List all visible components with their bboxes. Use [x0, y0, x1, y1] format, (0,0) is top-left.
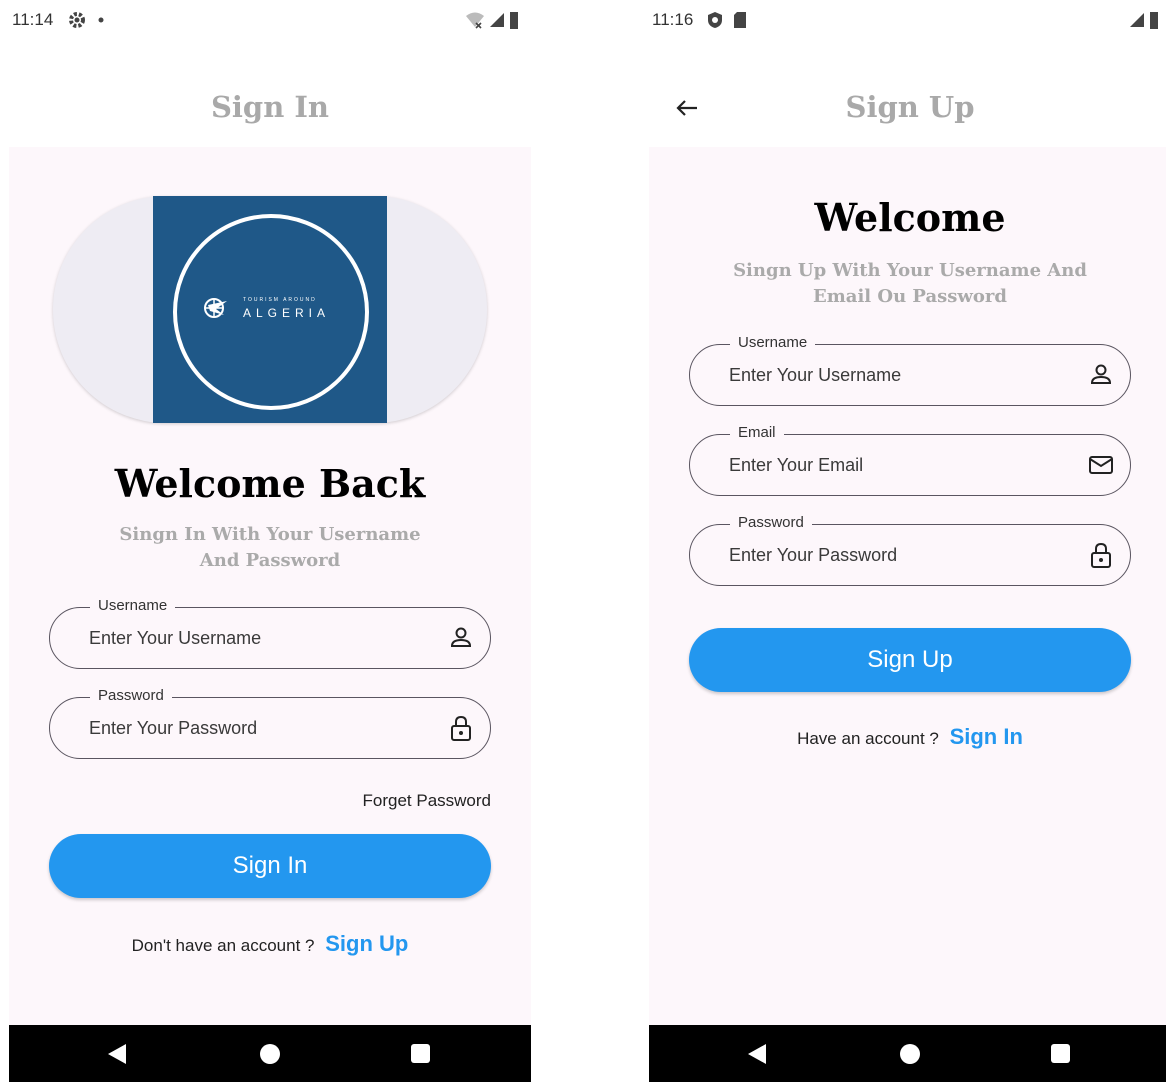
signal-icon [1130, 13, 1144, 27]
nav-home-icon[interactable] [900, 1044, 920, 1064]
username-input[interactable] [729, 345, 1059, 405]
email-input[interactable] [729, 435, 1059, 495]
globe-plane-icon [204, 298, 227, 318]
page-title: Sign In [210, 90, 330, 124]
signup-screen: 11:16 Sign Up Welcome Singn Up With Your… [649, 0, 1166, 1082]
signin-prompt-text: Have an account ? [797, 729, 939, 748]
password-input[interactable] [729, 525, 1059, 585]
password-field[interactable]: Password [689, 514, 1131, 586]
signup-prompt: Don't have an account ? Sign Up [9, 931, 531, 957]
status-bar: 11:14 [9, 0, 531, 44]
signin-content: TOURISM AROUND ALGERIA Welcome Back Sing… [9, 147, 531, 1025]
status-icons-left [67, 9, 105, 31]
person-icon [1090, 364, 1112, 384]
dot-icon [98, 17, 104, 23]
signin-screen: 11:14 Sign In TOURISM AROUND ALGERIA Wel… [9, 0, 531, 1082]
username-field[interactable]: Username [49, 597, 491, 669]
sign-in-link[interactable]: Sign In [950, 724, 1023, 749]
page-title: Sign Up [845, 90, 975, 124]
person-icon [450, 627, 472, 647]
welcome-subheading: Singn Up With Your Username And Email Ou… [733, 260, 1087, 307]
welcome-heading: Welcome [814, 195, 1006, 240]
signup-prompt-text: Don't have an account ? [131, 936, 315, 955]
lock-icon [1091, 542, 1111, 568]
welcome-subheading: Singn In With Your Username And Password [119, 524, 421, 571]
sd-card-icon [734, 12, 746, 28]
nav-back-icon[interactable] [747, 1043, 767, 1065]
nav-home-icon[interactable] [260, 1044, 280, 1064]
status-time: 11:14 [12, 10, 54, 29]
battery-icon [1150, 12, 1158, 29]
welcome-heading: Welcome Back [114, 461, 426, 506]
logo-text-small: TOURISM AROUND [243, 297, 317, 303]
username-field[interactable]: Username [689, 334, 1131, 406]
forget-password-link[interactable]: Forget Password [363, 791, 492, 811]
email-field[interactable]: Email [689, 424, 1131, 496]
navigation-bar [9, 1025, 531, 1082]
shield-icon [708, 12, 722, 28]
status-bar: 11:16 [649, 0, 1166, 44]
navigation-bar [649, 1025, 1166, 1082]
logo-container: TOURISM AROUND ALGERIA [53, 196, 487, 423]
status-icons-left [707, 9, 747, 31]
signup-content: Welcome Singn Up With Your Username And … [649, 147, 1166, 1025]
mail-icon [1089, 456, 1113, 474]
sign-up-button[interactable]: Sign Up [689, 628, 1131, 692]
sign-in-button[interactable]: Sign In [49, 834, 491, 898]
app-bar: Sign In [9, 72, 531, 147]
password-field[interactable]: Password [49, 687, 491, 759]
app-logo: TOURISM AROUND ALGERIA [153, 196, 387, 423]
signin-prompt: Have an account ? Sign In [649, 724, 1166, 750]
password-input[interactable] [89, 698, 419, 758]
battery-icon [510, 12, 518, 29]
settings-icon [69, 12, 85, 28]
wifi-off-icon [466, 12, 484, 29]
status-icons-right [1129, 10, 1159, 30]
username-input[interactable] [89, 608, 419, 668]
logo-text-large: ALGERIA [243, 306, 331, 320]
status-time: 11:16 [652, 10, 694, 29]
sign-up-link[interactable]: Sign Up [325, 931, 408, 956]
status-icons-right [465, 10, 519, 30]
nav-back-icon[interactable] [107, 1043, 127, 1065]
nav-recents-icon[interactable] [1051, 1044, 1070, 1063]
app-bar: Sign Up [649, 72, 1166, 147]
nav-recents-icon[interactable] [411, 1044, 430, 1063]
lock-icon [451, 715, 471, 741]
signal-icon [490, 13, 504, 27]
